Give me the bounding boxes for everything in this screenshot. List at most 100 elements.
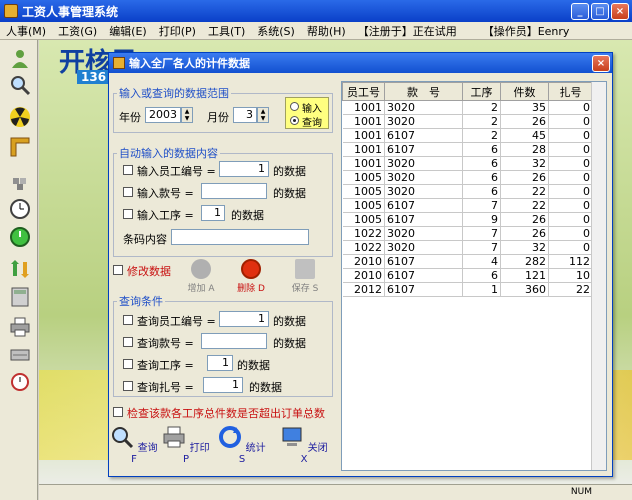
close-dialog-button[interactable]: 关闭 X (279, 425, 329, 465)
table-cell: 360 (500, 282, 549, 297)
auto-style-checkbox[interactable] (123, 187, 133, 197)
table-row[interactable]: 1022 3020 7 32 0 (342, 240, 593, 255)
table-cell: 9 (462, 212, 501, 227)
col-header-emp[interactable]: 员工号 (342, 82, 385, 101)
save-button[interactable]: 保存 S (285, 259, 325, 294)
query-style-checkbox[interactable] (123, 337, 133, 347)
table-cell: 6107 (384, 198, 463, 213)
table-cell: 3020 (384, 114, 463, 129)
magnifier-icon (112, 427, 134, 449)
menu-print[interactable]: 打印(P) (153, 23, 202, 39)
table-cell: 22 (500, 184, 549, 199)
table-cell: 0 (548, 198, 593, 213)
radiation-icon[interactable] (9, 106, 31, 128)
table-cell: 7 (462, 240, 501, 255)
barcode-input[interactable] (171, 229, 309, 245)
query-button[interactable]: 查询 F (109, 425, 159, 465)
dialog-close-button[interactable]: × (592, 54, 610, 72)
auto-proc-input[interactable]: 1 (201, 205, 225, 221)
table-cell: 4 (462, 254, 501, 269)
table-row[interactable]: 1001 3020 2 35 0 (342, 100, 593, 115)
table-row[interactable]: 1001 3020 2 26 0 (342, 114, 593, 129)
table-cell: 2012 (342, 282, 385, 297)
table-row[interactable]: 2010 6107 6 121 10 (342, 268, 593, 283)
table-row[interactable]: 1005 3020 6 26 0 (342, 170, 593, 185)
timer-icon[interactable] (9, 226, 31, 248)
table-cell: 0 (548, 184, 593, 199)
table-row[interactable]: 2012 6107 1 360 22 (342, 282, 593, 297)
modify-checkbox[interactable] (113, 265, 123, 275)
menu-system[interactable]: 系统(S) (251, 23, 301, 39)
year-spinner[interactable]: ▲ ▼ (181, 107, 193, 123)
col-header-style[interactable]: 款 号 (384, 82, 463, 101)
table-row[interactable]: 1005 6107 7 22 0 (342, 198, 593, 213)
clock-icon[interactable] (9, 198, 31, 220)
users-icon[interactable] (9, 48, 31, 70)
month-spinner[interactable]: ▲ ▼ (257, 107, 269, 123)
delete-button[interactable]: 删除 D (231, 259, 271, 294)
keyboard-icon[interactable] (9, 344, 31, 366)
table-cell: 6 (462, 170, 501, 185)
query-proc-checkbox[interactable] (123, 359, 133, 369)
table-row[interactable]: 1005 3020 6 22 0 (342, 184, 593, 199)
check-overflow-checkbox[interactable] (113, 407, 123, 417)
menu-help[interactable]: 帮助(H) (301, 23, 352, 39)
blocks-icon[interactable] (9, 170, 31, 192)
menu-personnel[interactable]: 人事(M) (0, 23, 52, 39)
query-style-label: 查询款号 = (137, 337, 194, 350)
table-cell: 2 (462, 114, 501, 129)
table-cell: 0 (548, 156, 593, 171)
menu-salary[interactable]: 工资(G) (52, 23, 103, 39)
stats-button[interactable]: 统计 S (217, 425, 267, 465)
table-row[interactable]: 2010 6107 4 282 112 (342, 254, 593, 269)
table-cell: 2010 (342, 254, 385, 269)
ruler-icon[interactable] (9, 136, 31, 158)
table-cell: 6 (462, 184, 501, 199)
query-bundle-checkbox[interactable] (123, 381, 133, 391)
year-input[interactable]: 2003 (145, 107, 181, 123)
alarm-clock-icon[interactable] (9, 370, 31, 392)
table-cell: 1001 (342, 156, 385, 171)
close-button[interactable]: × (611, 2, 629, 20)
mode-input-radio[interactable] (290, 102, 299, 111)
menu-edit[interactable]: 编辑(E) (103, 23, 153, 39)
col-header-process[interactable]: 工序 (462, 82, 501, 101)
search-icon[interactable] (9, 74, 31, 96)
query-style-input[interactable] (201, 333, 267, 349)
query-emp-input[interactable]: 1 (219, 311, 269, 327)
query-emp-checkbox[interactable] (123, 315, 133, 325)
table-row[interactable]: 1001 3020 6 32 0 (342, 156, 593, 171)
auto-emp-checkbox[interactable] (123, 165, 133, 175)
transfer-icon[interactable] (9, 258, 31, 280)
add-button[interactable]: 增加 A (181, 259, 221, 294)
mode-query-radio[interactable] (290, 116, 299, 125)
table-cell: 112 (548, 254, 593, 269)
table-row[interactable]: 1022 3020 7 26 0 (342, 226, 593, 241)
table-cell: 28 (500, 142, 549, 157)
table-row[interactable]: 1001 6107 2 45 0 (342, 128, 593, 143)
table-cell: 1005 (342, 198, 385, 213)
table-cell: 6107 (384, 268, 463, 283)
maximize-button[interactable]: □ (591, 2, 609, 20)
auto-style-input[interactable] (201, 183, 267, 199)
col-header-bundle[interactable]: 扎号 (548, 82, 593, 101)
auto-proc-checkbox[interactable] (123, 209, 133, 219)
table-cell: 0 (548, 100, 593, 115)
auto-emp-suffix: 的数据 (273, 165, 306, 178)
auto-emp-input[interactable]: 1 (219, 161, 269, 177)
month-input[interactable]: 3 (233, 107, 257, 123)
minimize-button[interactable]: _ (571, 2, 589, 20)
piecework-table[interactable]: 员工号 款 号 工序 件数 扎号 1001 3020 2 35 0 1001 3020 2 26… (341, 81, 607, 471)
title-bar: 工资人事管理系统 _ □ × (0, 0, 632, 22)
table-row[interactable]: 1001 6107 6 28 0 (342, 142, 593, 157)
query-emp-label: 查询员工编号 = (137, 315, 216, 328)
query-proc-input[interactable]: 1 (207, 355, 233, 371)
printer-icon[interactable] (9, 316, 31, 338)
print-button[interactable]: 打印 P (161, 425, 211, 465)
table-scrollbar[interactable] (591, 82, 606, 470)
menu-tools[interactable]: 工具(T) (202, 23, 251, 39)
query-bundle-input[interactable]: 1 (203, 377, 243, 393)
calculator-icon[interactable] (9, 286, 31, 308)
col-header-qty[interactable]: 件数 (500, 82, 549, 101)
table-row[interactable]: 1005 6107 9 26 0 (342, 212, 593, 227)
